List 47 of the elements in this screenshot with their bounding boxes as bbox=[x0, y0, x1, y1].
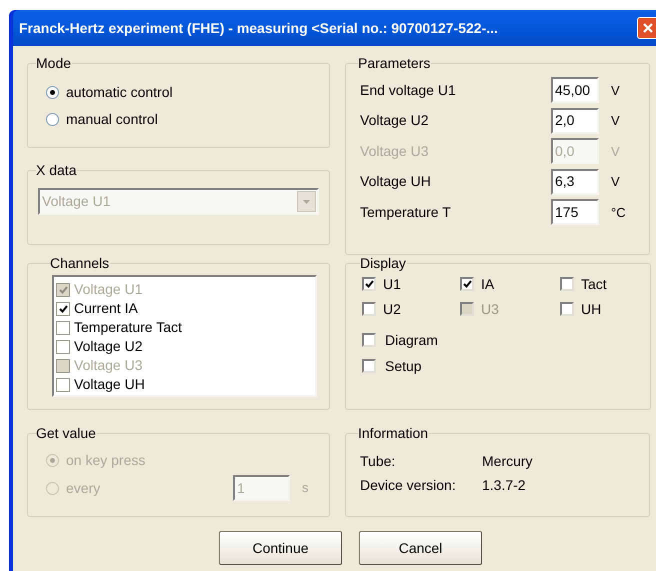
channel-label: Temperature Tact bbox=[74, 318, 182, 337]
input-field[interactable]: 45,00 bbox=[551, 77, 599, 104]
input-field[interactable]: 2,0 bbox=[551, 108, 599, 134]
display-label: U2 bbox=[383, 300, 401, 318]
info-label: Tube: bbox=[360, 452, 396, 470]
unit-label: V bbox=[611, 142, 620, 160]
dialog-button[interactable]: Cancel bbox=[359, 531, 482, 565]
option-label: manual control bbox=[66, 110, 158, 129]
display-label: IA bbox=[481, 274, 494, 294]
input-field[interactable]: 175 bbox=[551, 199, 599, 226]
parameter-label: End voltage U1 bbox=[360, 80, 457, 100]
group-title: Information bbox=[358, 425, 430, 441]
dialog-button[interactable]: Continue bbox=[219, 531, 342, 565]
group-title: Get value bbox=[36, 425, 97, 441]
unit-label: V bbox=[611, 173, 620, 191]
group-title: Mode bbox=[36, 55, 72, 71]
unit-label: °C bbox=[611, 204, 626, 222]
display-label: Setup bbox=[385, 356, 422, 376]
parameter-label: Voltage U3 bbox=[360, 142, 430, 161]
window-title: Franck-Hertz experiment (FHE) - measuring <Serial no.: 90700127-522-... bbox=[19, 18, 499, 38]
display-label: U1 bbox=[383, 274, 401, 294]
display-label: Tact bbox=[581, 274, 607, 294]
group-title: Display bbox=[360, 255, 407, 271]
parameter-label: Voltage UH bbox=[360, 172, 432, 192]
group-title: Channels bbox=[50, 255, 110, 271]
option-label: on key press bbox=[66, 450, 146, 470]
channel-label: Voltage UH bbox=[74, 375, 145, 394]
unit-label: V bbox=[611, 82, 620, 100]
input-field[interactable]: 6,3 bbox=[551, 168, 599, 195]
unit-label: V bbox=[611, 112, 620, 130]
info-label: Device version: bbox=[360, 476, 457, 494]
channel-label: Voltage U1 bbox=[74, 280, 142, 299]
channel-label: Current IA bbox=[74, 299, 138, 318]
option-label: automatic control bbox=[66, 83, 173, 102]
parameter-label: Voltage U2 bbox=[360, 111, 430, 130]
info-value: 1.3.7-2 bbox=[482, 476, 526, 494]
display-label: U3 bbox=[481, 300, 499, 318]
channel-label: Voltage U2 bbox=[74, 337, 142, 356]
display-label: Diagram bbox=[385, 330, 438, 350]
unit-label: s bbox=[302, 479, 308, 498]
parameter-label: Temperature T bbox=[360, 202, 452, 222]
display-label: UH bbox=[581, 300, 602, 318]
info-value: Mercury bbox=[482, 452, 533, 471]
group-title: X data bbox=[36, 162, 78, 178]
channel-label: Voltage U3 bbox=[74, 356, 142, 375]
group-title: Parameters bbox=[358, 55, 432, 71]
option-label: every bbox=[66, 478, 102, 498]
